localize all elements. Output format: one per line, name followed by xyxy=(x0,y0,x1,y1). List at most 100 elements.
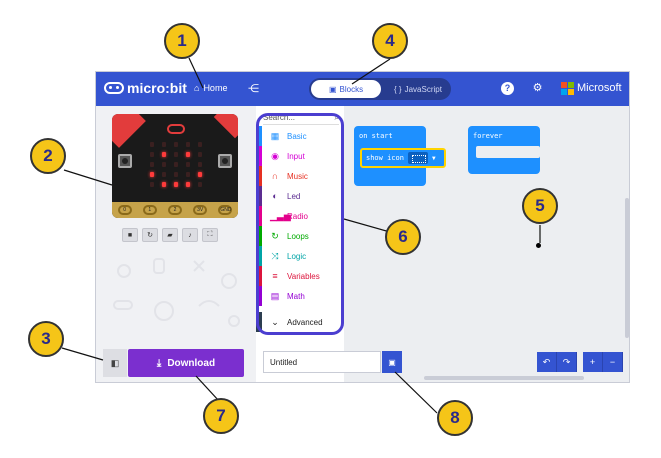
led xyxy=(150,162,154,167)
toolbox-category-music[interactable]: ∩ Music xyxy=(256,166,344,186)
led xyxy=(162,172,166,177)
zoom-out-icon[interactable]: − xyxy=(603,352,623,372)
toolbox-category-radio[interactable]: ▁▃▅ Radio xyxy=(256,206,344,226)
advanced-label: Advanced xyxy=(287,317,323,327)
toolbox-category-logic[interactable]: ⤨ Logic xyxy=(256,246,344,266)
show-icon-block[interactable]: show icon ▼ xyxy=(360,148,446,168)
forever-block[interactable]: forever xyxy=(468,126,540,174)
toolbox-category-input[interactable]: ◉ Input xyxy=(256,146,344,166)
callout-3: 3 xyxy=(28,321,64,357)
microbit-simulator[interactable]: 0 1 2 3V GND xyxy=(112,114,238,218)
save-button[interactable]: ▣ xyxy=(382,351,402,373)
callout-5: 5 xyxy=(522,188,558,224)
pin-3v[interactable]: 3V xyxy=(193,205,208,215)
restart-icon[interactable]: ↻ xyxy=(142,228,158,242)
led xyxy=(174,172,178,177)
pin-gnd[interactable]: GND xyxy=(218,205,233,215)
home-button[interactable]: ⌂ Home xyxy=(194,83,227,93)
chevron-down-icon[interactable]: ▼ xyxy=(432,155,436,162)
undo-redo-group: ↶ ↷ xyxy=(537,352,577,372)
toolbox-category-label: Led xyxy=(287,191,301,201)
stop-icon[interactable]: ■ xyxy=(122,228,138,242)
top-bar: micro:bit ⌂ Home ⋲ ▣ Blocks { } JavaScri… xyxy=(96,72,629,106)
debug-icon[interactable]: ▰ xyxy=(162,228,178,242)
toolbox-category-label: Basic xyxy=(287,131,307,141)
pin-1[interactable]: 1 xyxy=(142,205,157,215)
download-icon: ⤓ xyxy=(156,357,162,369)
blocks-tab[interactable]: ▣ Blocks xyxy=(311,80,381,98)
home-label: Home xyxy=(203,83,228,93)
annotated-screenshot: micro:bit ⌂ Home ⋲ ▣ Blocks { } JavaScri… xyxy=(0,0,661,458)
led xyxy=(198,152,202,157)
search-icon: ⌕ xyxy=(334,112,339,122)
led xyxy=(186,152,190,157)
sound-icon[interactable]: ♪ xyxy=(182,228,198,242)
toolbox-category-label: Music xyxy=(287,171,308,181)
toolbox-category-label: Radio xyxy=(287,211,308,221)
led xyxy=(150,142,154,147)
shuffle-icon: ⤨ xyxy=(271,251,279,261)
vertical-scrollbar[interactable] xyxy=(625,198,629,338)
button-a[interactable] xyxy=(118,154,132,168)
background-doodles xyxy=(113,258,240,327)
home-icon: ⌂ xyxy=(194,83,200,93)
button-b[interactable] xyxy=(218,154,232,168)
toolbox-category-label: Logic xyxy=(287,251,307,261)
toolbox-category-led[interactable]: ◐ Led xyxy=(256,186,344,206)
led xyxy=(162,182,166,187)
icon-picker[interactable] xyxy=(407,152,428,164)
edge-connector: 0 1 2 3V GND xyxy=(112,202,238,218)
led xyxy=(186,182,190,187)
download-label: Download xyxy=(167,357,216,369)
save-icon: ▣ xyxy=(388,357,396,367)
callout-7: 7 xyxy=(203,398,239,434)
category-list: ▦ Basic ◉ Input ∩ Music ◐ Led ▁▃▅ Radio ↻ Loops ⤨ Log… xyxy=(256,126,344,332)
microsoft-logo[interactable]: Microsoft xyxy=(561,82,622,95)
search-placeholder: Search... xyxy=(263,113,296,122)
led xyxy=(162,152,166,157)
led xyxy=(174,182,178,187)
help-icon[interactable]: ? xyxy=(501,82,514,95)
led xyxy=(150,172,154,177)
toolbox-category-advanced[interactable]: ⌄ Advanced xyxy=(256,312,344,332)
callout-1: 1 xyxy=(164,23,200,59)
zoom-group: + − xyxy=(583,352,623,372)
refresh-icon: ↻ xyxy=(271,231,279,241)
target-icon: ◉ xyxy=(271,151,279,161)
share-icon[interactable]: ⋲ xyxy=(248,82,259,95)
collapse-simulator-button[interactable]: ◧ xyxy=(103,349,127,377)
redo-icon[interactable]: ↷ xyxy=(557,352,577,372)
toolbox-category-label: Variables xyxy=(287,271,320,281)
list-icon: ≡ xyxy=(272,271,278,281)
toolbox-category-variables[interactable]: ≡ Variables xyxy=(256,266,344,286)
bottom-bar: ◧ ⤓ Download ▣ ↶ ↷ + − xyxy=(96,336,629,382)
javascript-tab[interactable]: { } JavaScript xyxy=(387,80,449,98)
pin-2[interactable]: 2 xyxy=(167,205,182,215)
microbit-logo[interactable]: micro:bit xyxy=(104,80,187,96)
braces-icon: { } xyxy=(394,84,402,94)
project-name-input[interactable] xyxy=(263,351,381,373)
grid-icon: ▦ xyxy=(270,131,280,141)
led xyxy=(186,172,190,177)
led xyxy=(150,152,154,157)
pin-0[interactable]: 0 xyxy=(117,205,132,215)
led xyxy=(198,142,202,147)
toolbox-category-label: Input xyxy=(287,151,305,161)
simulator-controls: ■ ↻ ▰ ♪ ⛶ xyxy=(122,228,218,242)
signal-icon: ▁▃▅ xyxy=(270,211,291,221)
board-corner-decoration xyxy=(112,114,146,148)
board-corner-decoration xyxy=(213,114,238,139)
javascript-tab-label: JavaScript xyxy=(404,84,442,94)
fullscreen-icon[interactable]: ⛶ xyxy=(202,228,218,242)
gear-icon[interactable]: ⚙ xyxy=(531,82,544,95)
toolbox-search[interactable]: Search... ⌕ xyxy=(263,111,339,125)
download-button[interactable]: ⤓ Download xyxy=(128,349,244,377)
toolbox-category-math[interactable]: ▤ Math xyxy=(256,286,344,306)
undo-icon[interactable]: ↶ xyxy=(537,352,557,372)
toolbox-category-loops[interactable]: ↻ Loops xyxy=(256,226,344,246)
on-start-block[interactable]: on start show icon ▼ xyxy=(354,126,446,186)
editor-toggle: ▣ Blocks { } JavaScript xyxy=(309,78,451,100)
forever-slot xyxy=(476,146,540,158)
zoom-in-icon[interactable]: + xyxy=(583,352,603,372)
toolbox-category-basic[interactable]: ▦ Basic xyxy=(256,126,344,146)
